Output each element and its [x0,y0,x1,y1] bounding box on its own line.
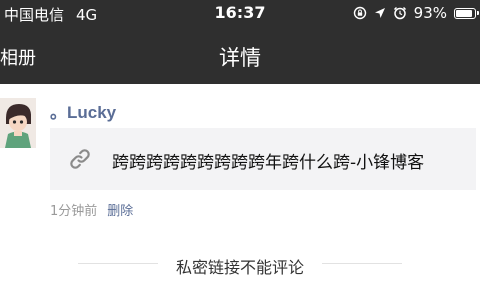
link-title: 跨跨跨跨跨跨跨跨跨年跨什么跨-小锋博客 [112,153,425,173]
rotation-lock-icon [353,6,367,20]
alarm-icon [393,6,407,20]
post-meta: 1分钟前 删除 [50,200,133,219]
link-card[interactable]: 跨跨跨跨跨跨跨跨跨年跨什么跨-小锋博客 [50,128,476,190]
delete-button[interactable]: 删除 [107,204,133,219]
status-icons: 93% [353,4,479,22]
avatar[interactable] [0,98,36,148]
status-bar: 中国电信 4G 16:37 93% [0,0,480,28]
link-icon [68,147,92,175]
post-time: 1分钟前 [50,204,98,219]
battery-percent: 93% [413,4,447,22]
battery-icon [454,7,479,19]
private-link-notice: 私密链接不能评论 [175,258,304,277]
username[interactable]: 。Lucky [50,98,116,123]
divider-right [322,263,402,264]
battery-fill [456,9,472,17]
page-title: 详情 [219,46,261,70]
comment-notice-row: 私密链接不能评论 [0,252,480,277]
navigation-bar: 相册 详情 [0,28,480,84]
location-icon [374,7,386,20]
